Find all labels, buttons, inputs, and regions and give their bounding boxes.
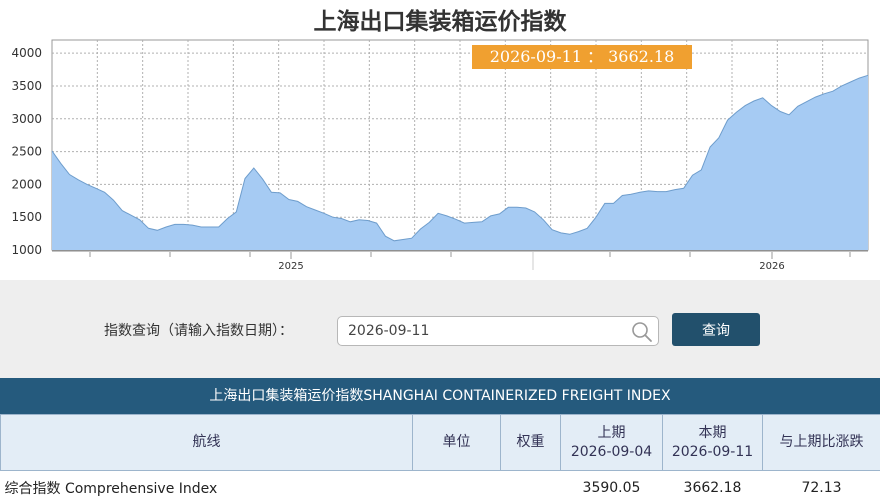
y-tick-label: 3000 — [11, 112, 42, 126]
header-unit: 单位 — [412, 414, 501, 471]
query-panel: 指数查询（请输入指数日期）： 查询 — [0, 280, 880, 378]
chart-tooltip: 2026-09-11 ： 3662.18 — [472, 45, 692, 69]
header-weight: 权重 — [500, 414, 561, 471]
header-current-date: 2026-09-11 — [671, 443, 754, 460]
query-button[interactable]: 查询 — [672, 313, 760, 346]
header-route: 航线 — [0, 414, 413, 471]
cell-prev: 3590.05 — [560, 470, 663, 504]
index-table-panel: 上海出口集装箱运价指数SHANGHAI CONTAINERIZED FREIGH… — [0, 378, 880, 504]
y-tick-label: 4000 — [11, 46, 42, 60]
query-label: 指数查询（请输入指数日期）： — [104, 323, 293, 339]
x-tick-label: 2026 — [759, 261, 784, 272]
cell-route: 综合指数 Comprehensive Index — [0, 470, 413, 504]
table-row: 综合指数 Comprehensive Index 3590.05 3662.18… — [0, 470, 880, 504]
cell-current: 3662.18 — [662, 470, 763, 504]
y-tick-label: 1000 — [11, 243, 42, 257]
header-change: 与上期比涨跌 — [762, 414, 880, 471]
header-prev: 上期 2026-09-04 — [560, 414, 663, 471]
date-search-field — [337, 316, 659, 346]
y-tick-label: 2500 — [11, 145, 42, 159]
table-title: 上海出口集装箱运价指数SHANGHAI CONTAINERIZED FREIGH… — [0, 378, 880, 414]
y-tick-label: 3500 — [11, 79, 42, 93]
cell-weight — [500, 470, 561, 504]
chart-panel: 1000 1500 2000 2500 3000 3500 4000 2025 2026 上海出… — [0, 0, 880, 280]
x-tick-label: 2025 — [278, 261, 303, 272]
index-table: 航线 单位 权重 上期 2026-09-04 本期 2026-09-11 与上期… — [0, 414, 880, 504]
cell-change: 72.13 — [762, 470, 880, 504]
index-chart: 1000 1500 2000 2500 3000 3500 4000 2025 2026 — [11, 39, 869, 272]
search-icon[interactable] — [630, 320, 654, 344]
header-current: 本期 2026-09-11 — [662, 414, 763, 471]
y-tick-label: 1500 — [11, 210, 42, 224]
cell-unit — [412, 470, 501, 504]
table-header-row: 航线 单位 权重 上期 2026-09-04 本期 2026-09-11 与上期… — [0, 414, 880, 471]
chart-title: 上海出口集装箱运价指数 — [313, 8, 567, 35]
header-prev-date: 2026-09-04 — [570, 443, 653, 460]
header-prev-label: 上期 — [597, 424, 626, 441]
date-input[interactable] — [338, 317, 618, 345]
y-tick-label: 2000 — [11, 177, 42, 191]
header-current-label: 本期 — [698, 424, 727, 441]
